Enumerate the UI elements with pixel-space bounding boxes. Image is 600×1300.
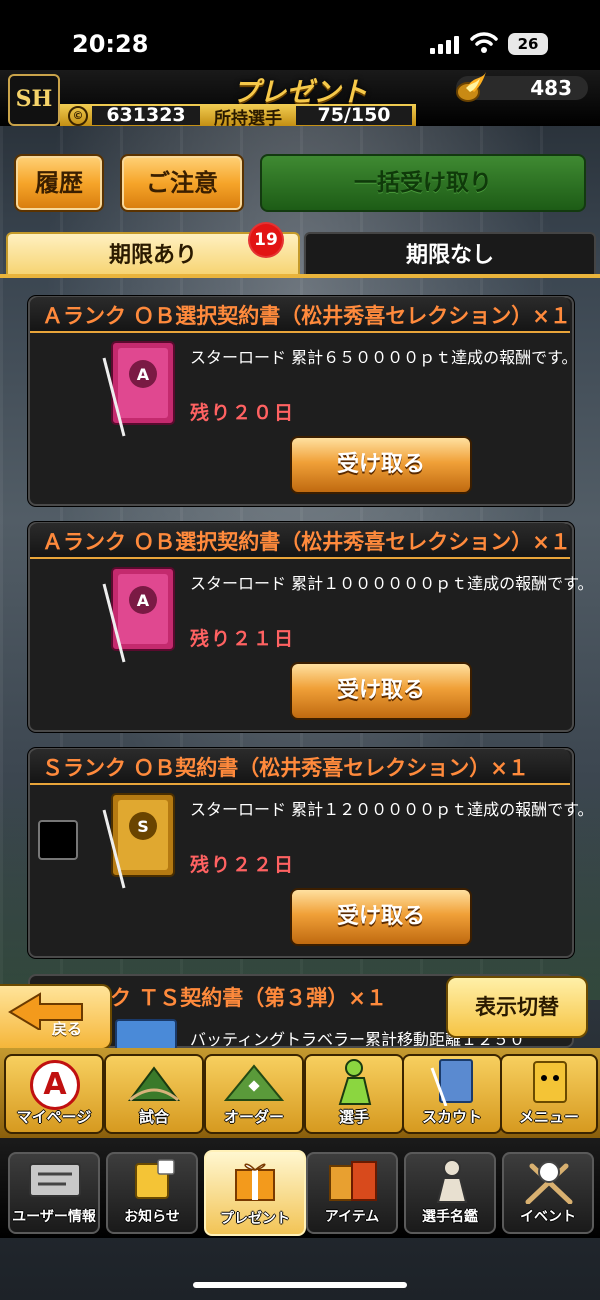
nav-label: メニュー xyxy=(518,1108,579,1126)
nav-notice[interactable]: お知らせ xyxy=(106,1152,198,1234)
nav-label: アイテム xyxy=(324,1209,380,1225)
gift-icon xyxy=(235,1163,275,1201)
nav-label: 選手 xyxy=(338,1108,369,1126)
pitcher-icon xyxy=(338,1059,372,1105)
contract-a-rank-icon: A xyxy=(102,567,175,663)
battery-icon: 26 xyxy=(508,33,548,55)
status-time: 20:28 xyxy=(72,30,149,58)
toggle-display-button[interactable]: 表示切替 xyxy=(446,976,588,1038)
nav-label: ユーザー情報 xyxy=(12,1209,96,1225)
receive-button[interactable]: 受け取る xyxy=(290,436,472,494)
money-value: 631323 xyxy=(106,104,186,126)
team-logo[interactable]: SH xyxy=(8,74,60,126)
nav-label: お知らせ xyxy=(124,1209,180,1225)
players-label: 所持選手 xyxy=(214,109,282,129)
card-title: Ｓランク ＯＢ契約書（松井秀喜セレクション）×１ xyxy=(30,749,570,785)
nav-match[interactable]: 試合 xyxy=(104,1054,204,1134)
signal-icon xyxy=(430,36,460,54)
nav-label: プレゼント xyxy=(220,1211,290,1227)
tab-underline xyxy=(0,274,600,278)
player-book-icon xyxy=(436,1159,468,1203)
scout-contract-icon xyxy=(430,1059,473,1106)
receive-button[interactable]: 受け取る xyxy=(290,662,472,720)
card-title: ク ＴＳ契約書（第３弾）×１ xyxy=(110,986,387,1010)
notice-button[interactable]: ご注意 xyxy=(120,154,244,212)
nav-players[interactable]: 選手 xyxy=(304,1054,404,1134)
svg-text:A: A xyxy=(137,365,150,384)
card-remaining: 残り２２日 xyxy=(190,854,296,876)
money-icon: © xyxy=(68,106,88,126)
coin-fire-icon xyxy=(456,72,486,102)
card-description: スターロード 累計６５００００ｐｔ達成の報酬です。 xyxy=(190,348,578,367)
card-title: Ａランク ＯＢ選択契約書（松井秀喜セレクション）×１ xyxy=(30,523,570,559)
nav-present[interactable]: プレゼント xyxy=(204,1150,306,1236)
stadium-icon xyxy=(128,1066,180,1102)
history-button[interactable]: 履歴 xyxy=(14,154,104,212)
nav-mypage[interactable]: A マイページ xyxy=(4,1054,104,1134)
field-icon xyxy=(223,1064,285,1101)
wifi-icon xyxy=(470,32,498,53)
item-box-icon xyxy=(329,1161,377,1201)
nav-label: イベント xyxy=(520,1209,576,1225)
nav-player-book[interactable]: 選手名鑑 xyxy=(404,1152,496,1234)
notification-badge: 19 xyxy=(248,222,284,258)
card-remaining: 残り２１日 xyxy=(190,628,296,650)
ball-bats-icon xyxy=(525,1161,573,1204)
contract-s-rank-icon: S xyxy=(102,793,175,889)
coin-count: 483 xyxy=(530,76,572,100)
card-description: スターロード 累計１２０００００ｐｔ達成の報酬です。 xyxy=(190,800,594,819)
select-checkbox[interactable] xyxy=(38,820,78,860)
svg-text:S: S xyxy=(137,817,149,836)
receive-button[interactable]: 受け取る xyxy=(290,888,472,946)
user-card-icon xyxy=(29,1163,81,1197)
home-indicator[interactable] xyxy=(193,1282,407,1288)
mypage-icon: A xyxy=(30,1060,80,1110)
nav-label: 試合 xyxy=(138,1108,169,1126)
nav-items[interactable]: アイテム xyxy=(306,1152,398,1234)
nav-event[interactable]: イベント xyxy=(502,1152,594,1234)
notice-box-icon xyxy=(135,1159,175,1199)
nav-user-info[interactable]: ユーザー情報 xyxy=(8,1152,100,1234)
tab-unlimited[interactable]: 期限なし xyxy=(304,232,596,278)
nav-order[interactable]: オーダー xyxy=(204,1054,304,1134)
bulk-receive-button[interactable]: 一括受け取り xyxy=(260,154,586,212)
nav-scout[interactable]: スカウト xyxy=(402,1054,502,1134)
card-title: Ａランク ＯＢ選択契約書（松井秀喜セレクション）×１ xyxy=(30,297,570,333)
card-remaining: 残り２０日 xyxy=(190,402,296,424)
card-description: スターロード 累計１００００００ｐｔ達成の報酬です。 xyxy=(190,574,594,593)
nav-label: オーダー xyxy=(223,1108,284,1126)
nav-label: スカウト xyxy=(421,1108,482,1126)
back-label: 戻る xyxy=(52,1020,83,1038)
contract-a-rank-icon: A xyxy=(102,341,175,437)
nav-label: マイページ xyxy=(16,1108,92,1126)
players-count: 75/150 xyxy=(317,104,391,126)
svg-text:A: A xyxy=(137,591,150,610)
menu-box-icon xyxy=(533,1061,567,1103)
nav-menu[interactable]: メニュー xyxy=(500,1054,598,1134)
contract-icon xyxy=(115,1019,177,1048)
nav-label: 選手名鑑 xyxy=(422,1209,478,1225)
